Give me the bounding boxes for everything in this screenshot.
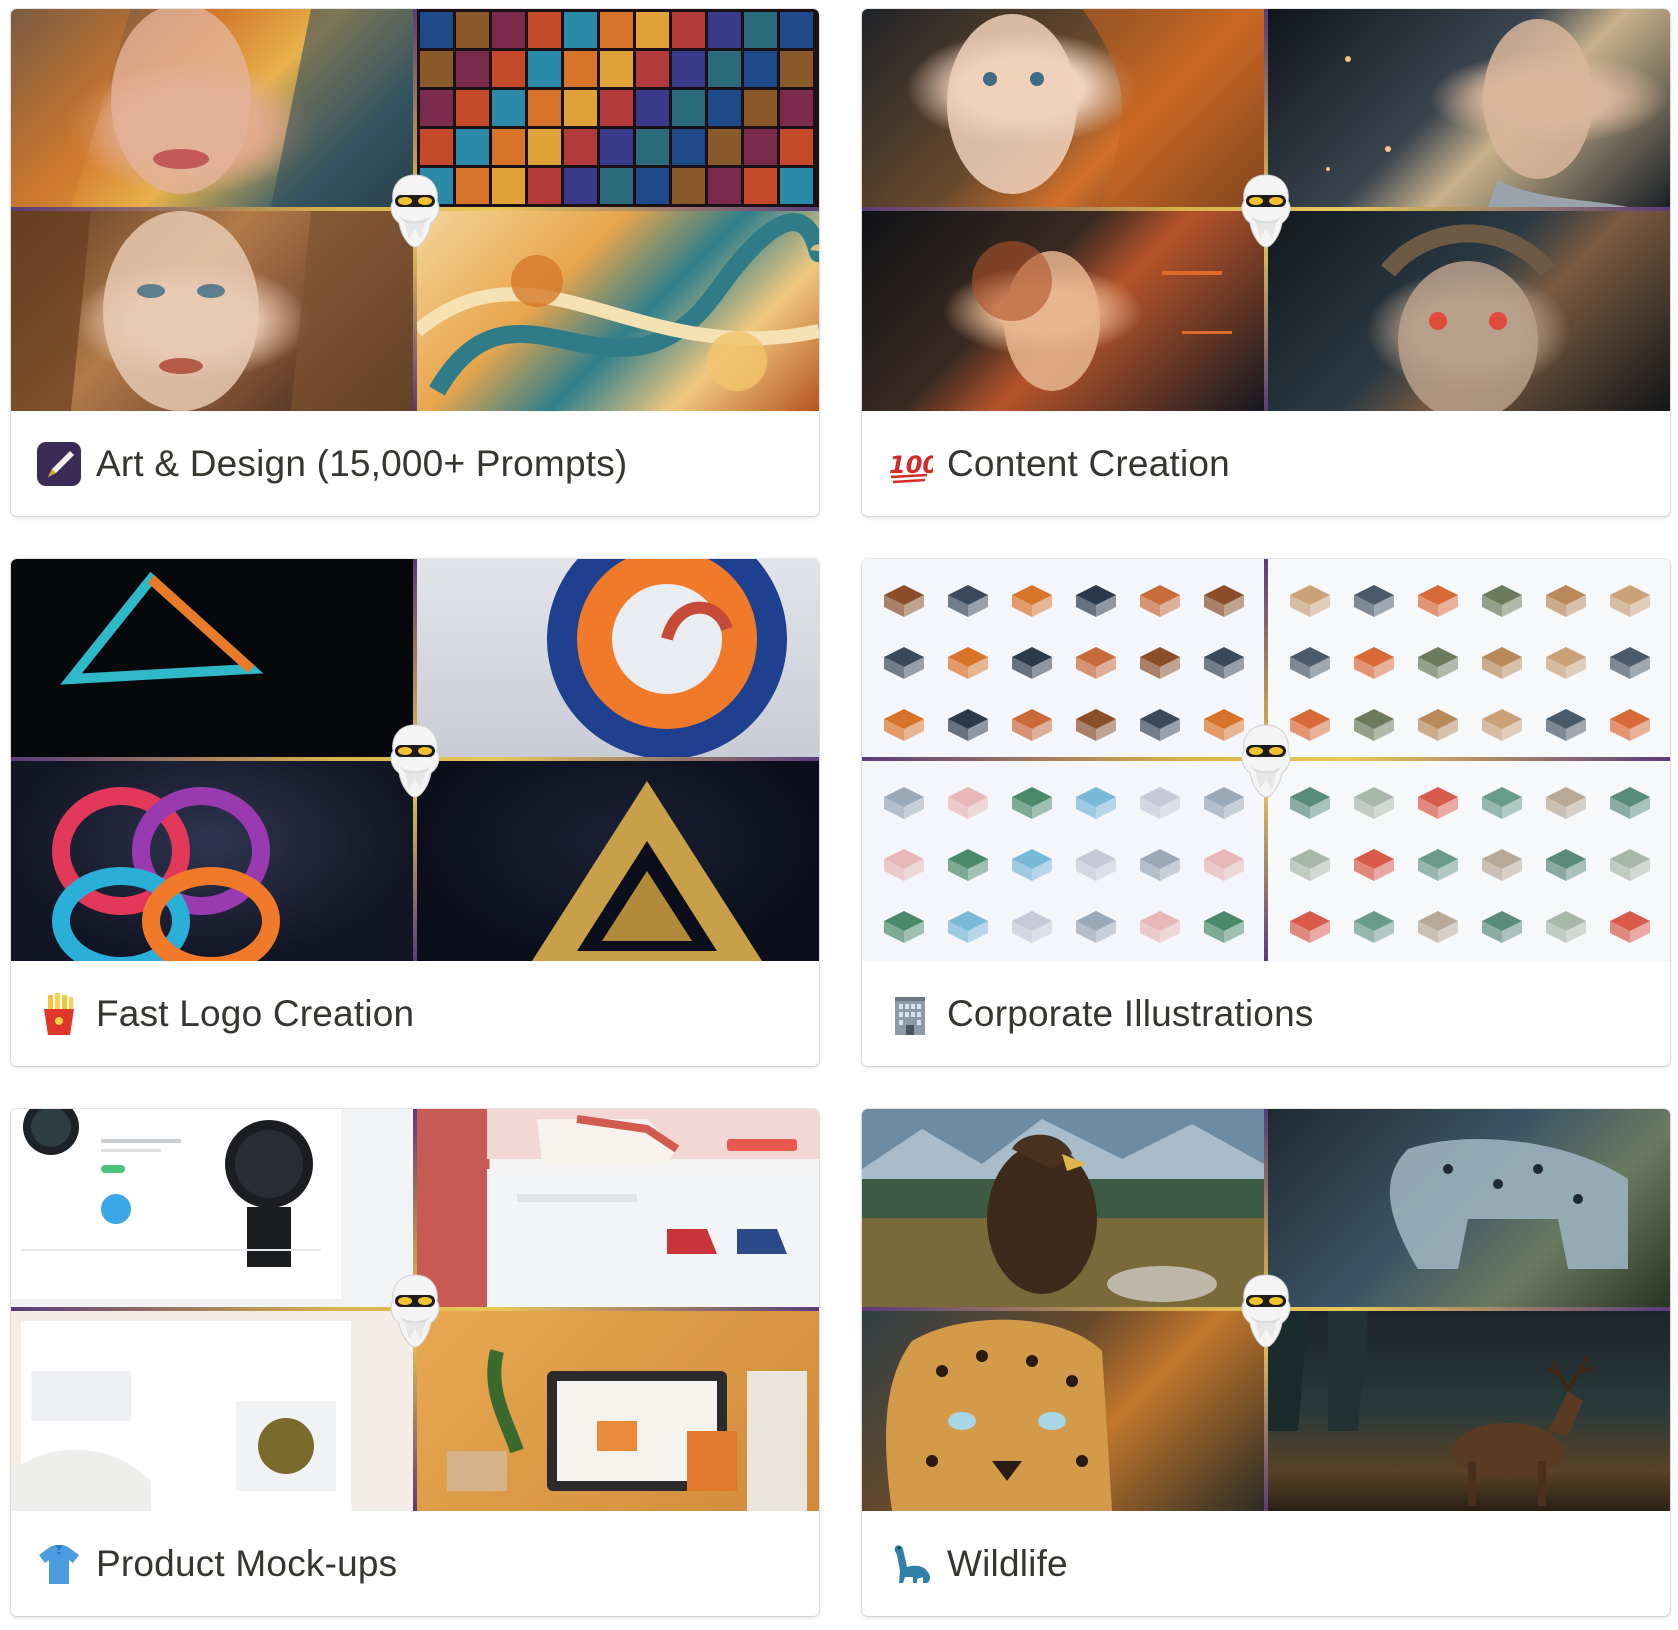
cover-tile-office-icons bbox=[1268, 761, 1670, 961]
card-title-row: Fast Logo Creation bbox=[11, 961, 819, 1066]
gallery-card-art-design[interactable]: Art & Design (15,000+ Prompts) bbox=[11, 9, 819, 516]
cover-tile-isometric-desks bbox=[862, 559, 1264, 757]
cover-tile-mechanical-face bbox=[1268, 211, 1670, 411]
cover-tile-plant-app bbox=[11, 1311, 413, 1511]
card-title-row: 100 Content Creation bbox=[862, 411, 1670, 516]
cover-tile-neon-triangle bbox=[11, 559, 413, 757]
paintbrush-icon bbox=[36, 441, 82, 487]
card-cover-image bbox=[11, 1109, 819, 1511]
gallery-card-corporate-illustrations[interactable]: Corporate Illustrations bbox=[862, 559, 1670, 1066]
card-title: Content Creation bbox=[947, 442, 1230, 484]
cover-tile-watch-dashboard bbox=[11, 1109, 413, 1307]
cover-tile-retail-mockup bbox=[417, 1311, 819, 1511]
hundred-points-icon: 100 bbox=[887, 441, 933, 487]
mascot-badge-icon bbox=[385, 173, 445, 249]
mascot-badge-icon bbox=[1236, 173, 1296, 249]
cover-tile-robot-woman bbox=[1268, 9, 1670, 207]
card-title-row: Wildlife bbox=[862, 1511, 1670, 1616]
card-title: Wildlife bbox=[947, 1542, 1068, 1584]
card-title-row: Art & Design (15,000+ Prompts) bbox=[11, 411, 819, 516]
cover-tile-deer bbox=[1268, 1311, 1670, 1511]
cover-tile-sneaker-shop bbox=[417, 1109, 819, 1307]
gallery-card-wildlife[interactable]: Wildlife bbox=[862, 1109, 1670, 1616]
cover-tile-painted-face bbox=[11, 211, 413, 411]
cover-tile-office-equipment bbox=[862, 761, 1264, 961]
cover-tile-eagle bbox=[862, 1109, 1264, 1307]
gallery-card-fast-logo-creation[interactable]: Fast Logo Creation bbox=[11, 559, 819, 1066]
card-title: Product Mock-ups bbox=[96, 1542, 398, 1584]
gallery-card-content-creation[interactable]: 100 Content Creation bbox=[862, 9, 1670, 516]
french-fries-icon bbox=[36, 991, 82, 1037]
cover-tile-mosaic-grid bbox=[417, 9, 819, 207]
card-cover-image bbox=[862, 1109, 1670, 1511]
mascot-badge-icon bbox=[385, 1273, 445, 1349]
card-cover-image bbox=[862, 559, 1670, 961]
cover-tile-cyborg-face bbox=[862, 9, 1264, 207]
mascot-badge-icon bbox=[1236, 723, 1296, 799]
mascot-badge-icon bbox=[385, 723, 445, 799]
card-cover-image bbox=[862, 9, 1670, 411]
cover-tile-office-furniture bbox=[1268, 559, 1670, 757]
cover-tile-woman-portrait bbox=[11, 9, 413, 207]
card-title: Art & Design (15,000+ Prompts) bbox=[96, 442, 628, 484]
gallery-grid: Art & Design (15,000+ Prompts) 100 bbox=[0, 0, 1678, 1630]
office-building-icon bbox=[887, 991, 933, 1037]
card-title: Fast Logo Creation bbox=[96, 992, 415, 1034]
card-title-row: Product Mock-ups bbox=[11, 1511, 819, 1616]
cover-tile-jaguar bbox=[862, 1311, 1264, 1511]
card-cover-image bbox=[11, 9, 819, 411]
cover-tile-swirl-logo bbox=[417, 559, 819, 757]
card-title: Corporate Illustrations bbox=[947, 992, 1314, 1034]
t-shirt-icon bbox=[36, 1541, 82, 1587]
sauropod-icon bbox=[887, 1541, 933, 1587]
cover-tile-gold-triangle bbox=[417, 761, 819, 961]
cover-tile-particle-head bbox=[862, 211, 1264, 411]
mascot-badge-icon bbox=[1236, 1273, 1296, 1349]
cover-tile-abstract-swirls bbox=[417, 211, 819, 411]
cover-tile-snow-leopard bbox=[1268, 1109, 1670, 1307]
cover-tile-infinity-rings bbox=[11, 761, 413, 961]
card-cover-image bbox=[11, 559, 819, 961]
gallery-card-product-mockups[interactable]: Product Mock-ups bbox=[11, 1109, 819, 1616]
card-title-row: Corporate Illustrations bbox=[862, 961, 1670, 1066]
